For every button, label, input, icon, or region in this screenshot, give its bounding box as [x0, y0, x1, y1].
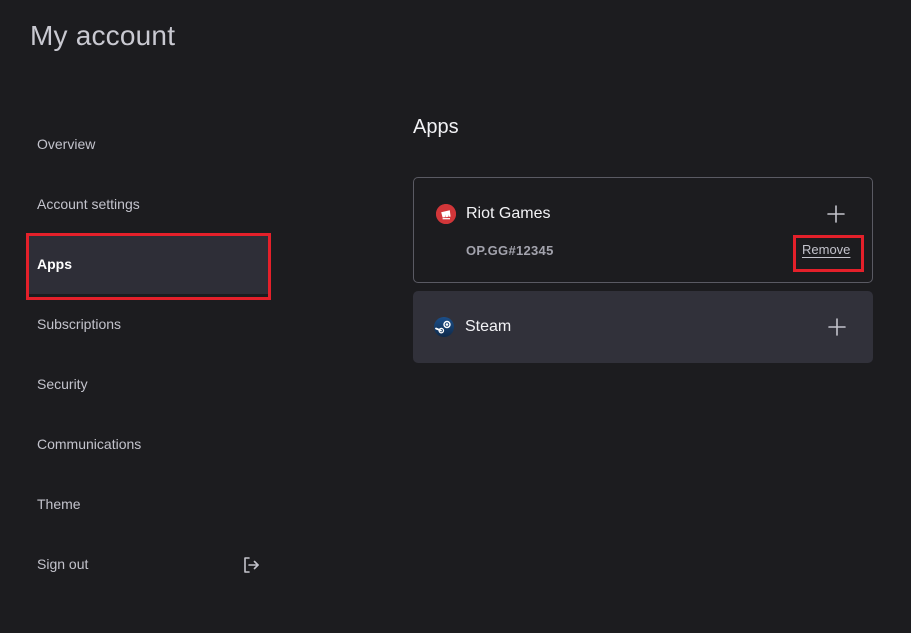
sidebar-item-label: Subscriptions — [37, 316, 122, 332]
sidebar-item-label: Security — [37, 376, 88, 392]
sidebar-item-apps[interactable]: Apps — [28, 234, 268, 294]
sidebar-item-theme[interactable]: Theme — [28, 474, 268, 534]
steam-icon — [434, 317, 454, 337]
plus-icon[interactable] — [826, 204, 846, 224]
sidebar-item-communications[interactable]: Communications — [28, 414, 268, 474]
sidebar-item-subscriptions[interactable]: Subscriptions — [28, 294, 268, 354]
sidebar-item-security[interactable]: Security — [28, 354, 268, 414]
sidebar-item-account-settings[interactable]: Account settings — [28, 174, 268, 234]
sidebar-item-label: Communications — [37, 436, 142, 452]
app-card-steam[interactable]: Steam — [413, 291, 873, 363]
sidebar-item-label: Account settings — [37, 196, 140, 212]
sign-out-icon[interactable] — [241, 555, 261, 575]
riot-games-icon — [436, 204, 456, 224]
sidebar-item-label: Apps — [37, 256, 72, 272]
app-name: Riot Games — [466, 205, 551, 222]
sidebar-item-overview[interactable]: Overview — [28, 114, 268, 174]
plus-icon[interactable] — [827, 317, 847, 337]
sidebar-item-label: Overview — [37, 136, 96, 152]
sidebar-item-sign-out[interactable]: Sign out — [28, 534, 268, 594]
app-card-riot-games: Riot Games OP.GG#12345 Remove — [413, 177, 873, 283]
app-name: Steam — [465, 318, 512, 335]
linked-account-id: OP.GG#12345 — [466, 243, 554, 258]
sidebar-item-label: Sign out — [37, 556, 89, 572]
remove-button[interactable]: Remove — [802, 242, 850, 257]
apps-section-title: Apps — [413, 116, 459, 138]
page-title: My account — [30, 20, 176, 51]
sidebar-item-label: Theme — [37, 496, 81, 512]
